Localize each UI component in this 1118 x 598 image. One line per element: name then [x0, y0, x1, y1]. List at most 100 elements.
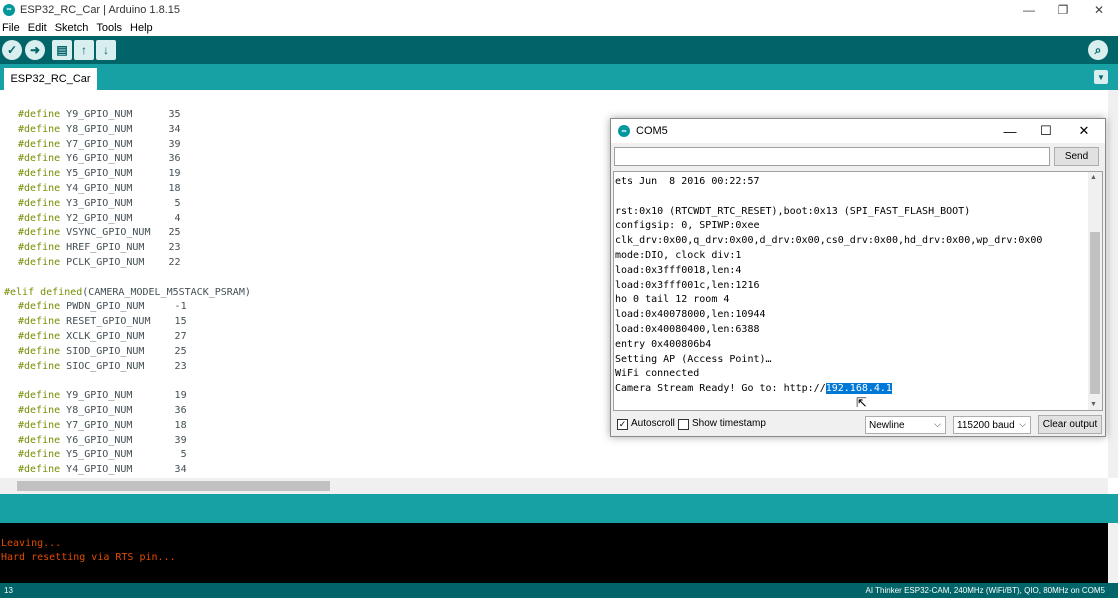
show-timestamp-label: Show timestamp — [692, 418, 766, 429]
serial-port-title: COM5 — [636, 125, 668, 137]
board-info: AI Thinker ESP32-CAM, 240MHz (WiFi/BT), … — [865, 586, 1105, 595]
tab-menu-icon[interactable]: ▼ — [1094, 70, 1108, 84]
open-sketch-icon[interactable]: ↑ — [74, 40, 94, 60]
code-keyword: #define — [18, 419, 61, 431]
menu-sketch[interactable]: Sketch — [55, 22, 89, 34]
minimize-button[interactable]: — — [1010, 0, 1048, 19]
upload-icon[interactable]: ➜ — [25, 40, 45, 60]
show-timestamp-checkbox[interactable] — [678, 419, 689, 430]
code-keyword: #define — [18, 138, 61, 150]
code-line: #define Y3_GPIO_NUM 5 — [18, 196, 181, 211]
autoscroll-checkbox[interactable]: ✓ — [617, 419, 628, 430]
message-area — [0, 494, 1118, 523]
code-keyword: #elif defined — [4, 286, 83, 298]
code-keyword: #define — [18, 183, 61, 194]
code-text: PWDN_GPIO_NUM -1 — [60, 301, 187, 313]
code-line: #define Y2_GPIO_NUM 4 — [18, 211, 181, 226]
serial-output-line: clk_drv:0x00,q_drv:0x00,d_drv:0x00,cs0_d… — [615, 235, 1043, 247]
code-keyword: #define — [18, 153, 61, 165]
serial-input[interactable] — [614, 147, 1050, 166]
code-text: Y3_GPIO_NUM 5 — [60, 197, 181, 209]
maximize-icon[interactable]: ☐ — [1028, 119, 1064, 143]
code-text: Y8_GPIO_NUM 36 — [60, 405, 187, 416]
status-bar: 13 AI Thinker ESP32-CAM, 240MHz (WiFi/BT… — [0, 583, 1118, 598]
line-ending-select[interactable]: Newline ⌵ — [865, 416, 946, 434]
code-text: SIOC_GPIO_NUM 23 — [60, 360, 187, 372]
console-output: Leaving... Hard resetting via RTS pin... — [0, 523, 1108, 583]
code-keyword: #define — [18, 227, 61, 239]
scrollbar-thumb[interactable] — [17, 481, 330, 491]
serial-monitor-title-bar: ∞ COM5 — ☐ ✕ — [611, 119, 1105, 143]
close-button[interactable]: ✕ — [1080, 0, 1118, 19]
stream-ready-text: Camera Stream Ready! Go to: http:// — [615, 383, 826, 395]
selected-ip-address[interactable]: 192.168.4.1 — [825, 383, 892, 395]
code-text: (CAMERA_MODEL_M5STACK_PSRAM) — [82, 286, 251, 298]
code-text: VSYNC_GPIO_NUM 25 — [60, 227, 181, 239]
code-keyword: #define — [18, 316, 61, 328]
console-line: Leaving... — [1, 538, 62, 549]
code-line: #define Y7_GPIO_NUM 18 — [18, 418, 187, 433]
serial-output-line: load:0x3fff0018,len:4 — [615, 264, 742, 276]
menu-bar: File Edit Sketch Tools Help — [0, 19, 1118, 36]
code-line: #define Y5_GPIO_NUM 19 — [18, 166, 181, 181]
serial-monitor-icon[interactable]: ⌕ — [1088, 40, 1108, 60]
chevron-down-icon: ⌵ — [1019, 419, 1026, 429]
code-line: #define Y8_GPIO_NUM 34 — [18, 122, 181, 137]
serial-output-line: Camera Stream Ready! Go to: http://192.1… — [615, 382, 892, 397]
serial-output-line: load:0x40078000,len:10944 — [615, 309, 766, 321]
code-line: #define VSYNC_GPIO_NUM 25 — [18, 225, 181, 240]
editor-horizontal-scrollbar[interactable] — [0, 478, 1108, 494]
code-text: XCLK_GPIO_NUM 27 — [60, 331, 187, 342]
scroll-up-icon[interactable]: ▲ — [1090, 174, 1097, 181]
new-sketch-icon[interactable]: ▤ — [52, 40, 72, 60]
code-text: HREF_GPIO_NUM 23 — [60, 242, 181, 254]
code-line: #elif defined(CAMERA_MODEL_M5STACK_PSRAM… — [4, 285, 251, 300]
code-text: Y5_GPIO_NUM 5 — [60, 449, 187, 461]
save-sketch-icon[interactable]: ↓ — [96, 40, 116, 60]
send-button[interactable]: Send — [1054, 147, 1099, 166]
baud-rate-select[interactable]: 115200 baud ⌵ — [953, 416, 1031, 434]
serial-output-line: Setting AP (Access Point)… — [615, 353, 772, 365]
serial-output-line: ho 0 tail 12 room 4 — [615, 294, 730, 306]
verify-icon[interactable]: ✓ — [2, 40, 22, 60]
serial-output[interactable]: ▲ ▼ ets Jun 8 2016 00:22:57 rst:0x10 (RTC… — [613, 171, 1103, 411]
serial-output-scrollbar[interactable]: ▲ ▼ — [1088, 172, 1102, 410]
code-line: #define Y4_GPIO_NUM 34 — [18, 462, 187, 477]
console-scrollbar[interactable] — [1108, 523, 1118, 583]
scrollbar-thumb[interactable] — [1090, 232, 1100, 394]
code-text: Y5_GPIO_NUM 19 — [60, 168, 181, 180]
serial-output-line: rst:0x10 (RTCWDT_RTC_RESET),boot:0x13 (S… — [615, 205, 971, 217]
menu-file[interactable]: File — [2, 22, 20, 34]
tab-esp32-rc-car[interactable]: ESP32_RC_Car — [4, 68, 97, 90]
code-keyword: #define — [18, 197, 61, 209]
code-keyword: #define — [18, 345, 61, 357]
clear-output-button[interactable]: Clear output — [1038, 415, 1102, 434]
menu-help[interactable]: Help — [130, 22, 153, 34]
code-line: #define RESET_GPIO_NUM 15 — [18, 314, 187, 329]
line-ending-value: Newline — [869, 419, 905, 431]
code-text: PCLK_GPIO_NUM 22 — [60, 257, 181, 268]
menu-edit[interactable]: Edit — [28, 22, 47, 34]
menu-tools[interactable]: Tools — [96, 22, 122, 34]
code-line: #define Y5_GPIO_NUM 5 — [18, 447, 187, 462]
minimize-icon[interactable]: — — [992, 119, 1028, 143]
close-icon[interactable]: ✕ — [1066, 119, 1102, 143]
editor-vertical-scrollbar[interactable] — [1108, 90, 1118, 478]
serial-output-line: entry 0x400806b4 — [615, 338, 712, 350]
code-keyword: #define — [18, 212, 61, 224]
code-keyword: #define — [18, 449, 61, 461]
code-line: #define PWDN_GPIO_NUM -1 — [18, 299, 187, 314]
code-line: #define SIOC_GPIO_NUM 23 — [18, 359, 187, 374]
code-line: #define Y6_GPIO_NUM 39 — [18, 433, 187, 448]
serial-output-line: configsip: 0, SPIWP:0xee — [615, 220, 760, 232]
restore-button[interactable]: ❐ — [1044, 0, 1082, 19]
scroll-down-icon[interactable]: ▼ — [1090, 401, 1097, 408]
code-text: Y6_GPIO_NUM 39 — [60, 434, 187, 446]
chevron-down-icon: ⌵ — [934, 419, 941, 429]
code-keyword: #define — [18, 109, 61, 120]
serial-options: ✓ Autoscroll Show timestamp Newline ⌵ 11… — [611, 413, 1105, 437]
mouse-cursor-icon: ⇱ — [856, 395, 867, 410]
autoscroll-label: Autoscroll — [631, 418, 675, 429]
serial-output-line: WiFi connected — [615, 368, 700, 380]
code-line: #define SIOD_GPIO_NUM 25 — [18, 344, 187, 359]
